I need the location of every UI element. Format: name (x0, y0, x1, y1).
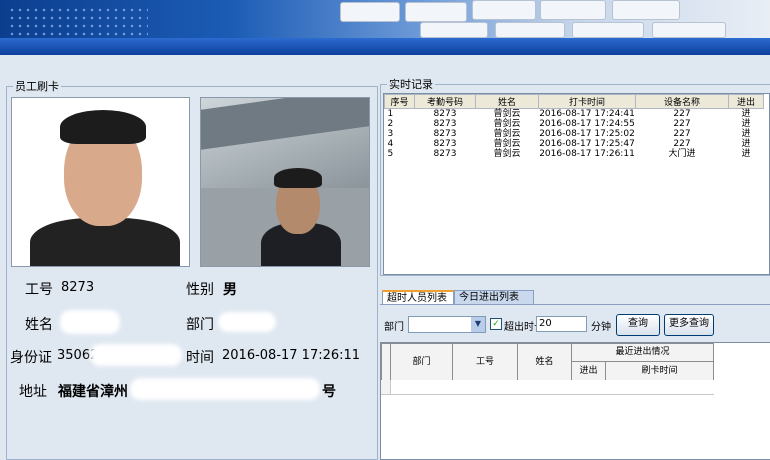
cell-swipe-time: 2016-08-17 17:25:02 (539, 129, 635, 139)
gender-value: 男 (223, 282, 237, 298)
col-swipe-time-header[interactable]: 刷卡时间 (605, 361, 714, 381)
col-recent-header: 最近进出情况 (571, 343, 714, 362)
camera-person-hair (274, 168, 322, 188)
chevron-down-icon[interactable]: ▼ (471, 317, 485, 332)
banner-key-4 (540, 0, 606, 20)
name-redaction (60, 310, 120, 334)
cell-attendance-no: 8273 (433, 129, 457, 139)
cell-seq: 4 (387, 139, 394, 149)
tab-overtime-list[interactable]: 超时人员列表 (382, 290, 454, 305)
grid-empty-row (381, 380, 714, 395)
col-id-header[interactable]: 工号 (452, 343, 518, 381)
id-value: 8273 (61, 280, 95, 295)
banner-key-3 (472, 0, 536, 20)
realtime-record-grid[interactable]: 序号 考勤号码 姓名 打卡时间 设备名称 进出 1 8273 曾剑云 2016-… (383, 93, 770, 275)
table-row[interactable]: 3 8273 曾剑云 2016-08-17 17:25:02 227 进 (385, 129, 764, 139)
cell-swipe-time: 2016-08-17 17:26:11 (539, 149, 635, 159)
cell-device: 227 (673, 139, 691, 149)
table-row[interactable]: 4 8273 曾剑云 2016-08-17 17:25:47 227 进 (385, 139, 764, 149)
cell-attendance-no: 8273 (433, 149, 457, 159)
cell-seq: 1 (387, 109, 394, 119)
minutes-unit-label: 分钟 (591, 322, 611, 333)
cell-in-out: 进 (741, 129, 751, 139)
col-in-out-header[interactable]: 进出 (571, 361, 606, 381)
col-name-header[interactable]: 姓名 (517, 343, 572, 381)
address-start: 福建省漳州 (58, 384, 128, 400)
cell-name: 曾剑云 (493, 109, 521, 119)
banner-key-7 (495, 22, 565, 38)
id-card-redaction (90, 344, 182, 366)
more-query-button[interactable]: 更多查询 (664, 314, 714, 336)
banner-key-6 (420, 22, 488, 38)
cell-attendance-no: 8273 (433, 109, 457, 119)
grid-row-marker (381, 380, 391, 394)
banner-key-9 (652, 22, 726, 38)
banner-key-8 (572, 22, 644, 38)
address-redaction (130, 378, 320, 400)
time-label: 时间 (186, 350, 214, 366)
registered-photo (11, 97, 190, 267)
department-select-value (409, 324, 411, 335)
employee-card-title: 员工刷卡 (13, 78, 61, 94)
query-button[interactable]: 查询 (616, 314, 660, 336)
cell-device: 227 (673, 119, 691, 129)
banner-key-1 (340, 2, 400, 22)
realtime-header-row: 序号 考勤号码 姓名 打卡时间 设备名称 进出 (384, 94, 764, 109)
keyboard-banner (0, 0, 770, 55)
department-filter-label: 部门 (384, 322, 404, 333)
cell-device: 227 (673, 109, 691, 119)
department-select[interactable]: ▼ (408, 316, 486, 333)
cell-name: 曾剑云 (493, 119, 521, 129)
cell-name: 曾剑云 (493, 129, 521, 139)
banner-key-5 (612, 0, 680, 20)
camera-capture (200, 97, 370, 267)
cell-attendance-no: 8273 (433, 119, 457, 129)
cell-swipe-time: 2016-08-17 17:24:41 (539, 109, 635, 119)
banner-stripe (0, 38, 770, 55)
col-attendance-no-header[interactable]: 考勤号码 (414, 94, 476, 109)
col-in-out-header[interactable]: 进出 (728, 94, 764, 109)
department-label: 部门 (186, 317, 214, 333)
realtime-record-title: 实时记录 (387, 76, 435, 92)
col-seq-header[interactable]: 序号 (384, 94, 415, 109)
col-name-header[interactable]: 姓名 (475, 94, 539, 109)
cell-name: 曾剑云 (493, 149, 521, 159)
cell-in-out: 进 (741, 139, 751, 149)
cell-device: 227 (673, 129, 691, 139)
name-label: 姓名 (25, 317, 53, 333)
cell-seq: 3 (387, 129, 394, 139)
cell-seq: 5 (387, 149, 394, 159)
cell-attendance-no: 8273 (433, 139, 457, 149)
cell-device: 大门进 (668, 149, 696, 159)
tabs-underline (380, 304, 770, 305)
col-department-header[interactable]: 部门 (390, 343, 453, 381)
cell-swipe-time: 2016-08-17 17:24:55 (539, 119, 635, 129)
table-row[interactable]: 5 8273 曾剑云 2016-08-17 17:26:11 大门进 进 (385, 149, 764, 159)
cell-in-out: 进 (741, 119, 751, 129)
cell-name: 曾剑云 (493, 139, 521, 149)
tab-today-in-out-list[interactable]: 今日进出列表 (454, 290, 534, 305)
overtime-list-grid[interactable]: 部门 工号 姓名 最近进出情况 进出 刷卡时间 (380, 342, 770, 460)
cell-in-out: 进 (741, 109, 751, 119)
cell-seq: 2 (387, 119, 394, 129)
table-row[interactable]: 1 8273 曾剑云 2016-08-17 17:24:41 227 进 (385, 109, 764, 120)
address-end: 号 (322, 384, 336, 400)
id-card-label: 身份证 (10, 350, 52, 366)
cell-swipe-time: 2016-08-17 17:25:47 (539, 139, 635, 149)
timeout-minutes-input[interactable]: 20 (536, 316, 587, 332)
banner-key-2 (405, 2, 467, 22)
banner-dots-decoration (8, 6, 148, 36)
timeout-checkbox[interactable]: ✓ (490, 318, 502, 330)
id-label: 工号 (25, 282, 53, 298)
realtime-record-table: 序号 考勤号码 姓名 打卡时间 设备名称 进出 1 8273 曾剑云 2016-… (384, 94, 764, 159)
time-value: 2016-08-17 17:26:11 (222, 348, 361, 363)
col-device-header[interactable]: 设备名称 (635, 94, 729, 109)
cell-in-out: 进 (741, 149, 751, 159)
table-row[interactable]: 2 8273 曾剑云 2016-08-17 17:24:55 227 进 (385, 119, 764, 129)
gender-label: 性别 (186, 282, 214, 298)
department-redaction (218, 312, 276, 332)
registered-photo-hair (60, 110, 146, 144)
col-swipe-time-header[interactable]: 打卡时间 (538, 94, 636, 109)
address-label: 地址 (19, 384, 47, 400)
